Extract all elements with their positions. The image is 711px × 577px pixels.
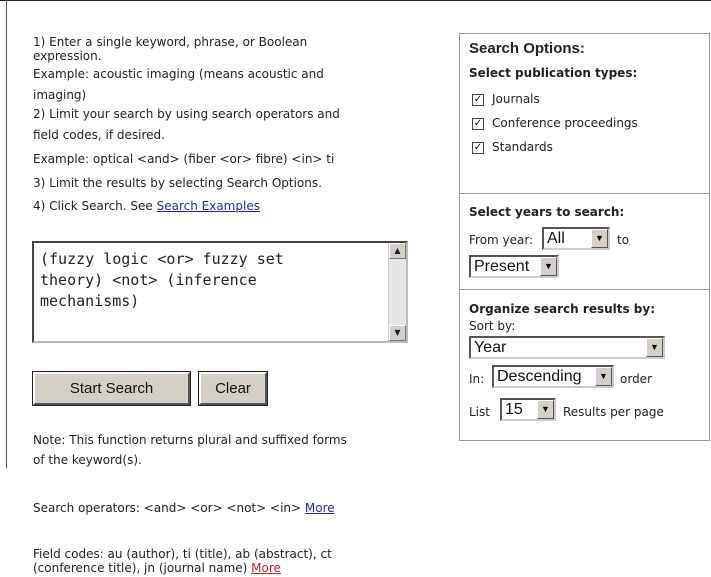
chevron-down-icon[interactable]: ▼ [595,367,612,386]
scroll-down-icon[interactable]: ▼ [389,325,406,341]
instruction-line: expression. [33,49,102,63]
instruction-line: 4) Click Search. See Search Examples [33,199,423,214]
instruction-line: Example: acoustic imaging (means acousti… [33,67,324,81]
frame-left-border [6,0,7,468]
search-examples-link[interactable]: Search Examples [157,199,260,213]
order-label: order [620,372,652,386]
fields-more-link[interactable]: More [251,561,281,575]
results-count-select[interactable]: 15 ▼ [500,398,556,421]
field-codes-line: (conference title), jn (journal name) Mo… [33,560,423,577]
from-year-select[interactable]: All ▼ [542,227,610,250]
search-operators-note: Search operators: <and> <or> <not> <in> … [33,500,423,517]
years-section: Select years to search: From year: All ▼… [460,193,709,290]
standards-label: Standards [492,140,553,154]
clear-button[interactable]: Clear [198,371,268,406]
chevron-down-icon[interactable]: ▼ [540,257,557,276]
to-label: to [617,233,630,247]
instruction-line: 3) Limit the results by selecting Search… [33,176,322,190]
from-year-value: All [547,230,565,247]
instruction-line: 1) Enter a single keyword, phrase, or Bo… [33,35,308,49]
search-query-textarea[interactable]: (fuzzy logic <or> fuzzy set theory) <not… [32,241,408,343]
order-value: Descending [497,368,582,385]
chevron-down-icon[interactable]: ▼ [646,338,663,357]
list-label: List [469,405,490,419]
instruction-line: 2) Limit your search by using search ope… [33,107,340,121]
order-select[interactable]: Descending ▼ [492,365,614,388]
results-count-value: 15 [505,401,523,418]
instruction-line: Example: optical <and> (fiber <or> fibre… [33,152,335,166]
search-operators-text: Search operators: <and> <or> <not> <in> [33,501,305,515]
note-line: Note: This function returns plural and s… [33,433,347,447]
search-options-title: Search Options: [469,40,585,57]
scroll-up-icon[interactable]: ▲ [389,243,406,259]
to-year-value: Present [474,258,530,275]
frame-top-border [0,0,711,1]
conference-proceedings-label: Conference proceedings [492,116,638,130]
instruction-line: field codes, if desired. [33,128,165,142]
chevron-down-icon[interactable]: ▼ [591,229,608,248]
publication-types-section: Search Options: Select publication types… [460,34,709,194]
publication-types-label: Select publication types: [469,66,638,80]
in-label: In: [469,372,485,386]
query-scrollbar[interactable]: ▲ ▼ [388,243,406,341]
start-search-button[interactable]: Start Search [32,371,191,406]
instruction-text: 4) Click Search. See [33,199,157,213]
journals-checkbox[interactable]: ✓ [472,94,484,106]
sort-by-label: Sort by: [469,319,516,333]
search-query-text[interactable]: (fuzzy logic <or> fuzzy set theory) <not… [40,249,380,312]
field-codes-text: (conference title), jn (journal name) [33,561,252,575]
organize-results-section: Organize search results by: Sort by: Yea… [460,289,709,439]
conference-proceedings-checkbox[interactable]: ✓ [472,118,484,130]
results-per-page-label: Results per page [563,405,664,419]
to-year-select[interactable]: Present ▼ [469,255,559,278]
from-year-label: From year: [469,233,534,247]
chevron-down-icon[interactable]: ▼ [537,400,554,419]
search-options-panel: Search Options: Select publication types… [459,33,710,441]
organize-results-label: Organize search results by: [469,302,656,316]
sort-by-select[interactable]: Year ▼ [469,336,665,359]
sort-by-value: Year [474,339,507,356]
operators-more-link[interactable]: More [305,501,335,515]
journals-label: Journals [492,92,540,106]
note-line: of the keyword(s). [33,453,142,467]
years-label: Select years to search: [469,205,625,219]
instruction-line: imaging) [33,88,87,102]
standards-checkbox[interactable]: ✓ [472,142,484,154]
